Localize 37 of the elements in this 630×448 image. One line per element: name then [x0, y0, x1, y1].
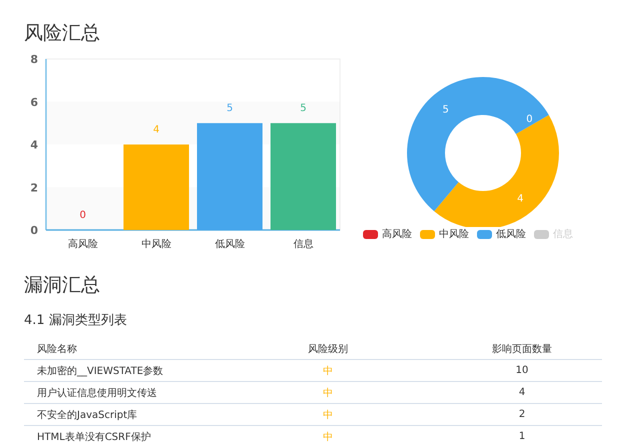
bar-value-label: 5 [300, 103, 306, 114]
risk-level: 中 [214, 360, 442, 382]
table-cell: 2 [442, 404, 602, 426]
x-axis-label: 中风险 [141, 239, 172, 250]
y-tick-label: 0 [30, 224, 38, 237]
x-axis-label: 低风险 [214, 239, 245, 250]
x-axis-label: 高风险 [68, 239, 98, 250]
risk-level: 中 [214, 426, 442, 447]
legend-item[interactable]: 中风险 [439, 227, 469, 241]
table-cell: 4 [442, 382, 602, 404]
legend-item[interactable]: 高风险 [382, 227, 412, 241]
section-title: 风险汇总 [24, 21, 101, 45]
table-cell: 未加密的__VIEWSTATE参数 [24, 360, 214, 382]
table-cell: 1 [442, 426, 602, 447]
section-title: 漏洞汇总 [24, 273, 101, 297]
slice-value-label: 0 [526, 114, 533, 126]
bar-value-label: 4 [153, 124, 160, 136]
table-cell: 用户认证信息使用明文传送 [24, 382, 214, 404]
risk-level: 中 [214, 404, 442, 426]
risk-level: 中 [214, 382, 442, 404]
y-tick-label: 6 [30, 96, 38, 109]
subsection-title: 4.1 漏洞类型列表 [24, 313, 128, 329]
column-header: 风险级别 [214, 338, 442, 360]
legend-item[interactable]: 低风险 [496, 227, 526, 241]
slice-value-label: 5 [442, 104, 449, 116]
y-tick-label: 8 [30, 53, 38, 66]
table-cell: 不安全的JavaScript库 [24, 404, 214, 426]
table-cell: HTML表单没有CSRF保护 [24, 426, 214, 447]
bar-value-label: 0 [80, 210, 86, 221]
y-tick-label: 4 [30, 138, 38, 152]
column-header: 风险名称 [24, 338, 214, 360]
table-cell: 10 [442, 360, 602, 382]
y-tick-label: 2 [30, 181, 38, 194]
x-axis-label: 信息 [293, 239, 314, 250]
bar-value-label: 5 [226, 103, 233, 114]
slice-value-label: 4 [517, 193, 524, 204]
column-header: 影响页面数量 [442, 338, 602, 360]
